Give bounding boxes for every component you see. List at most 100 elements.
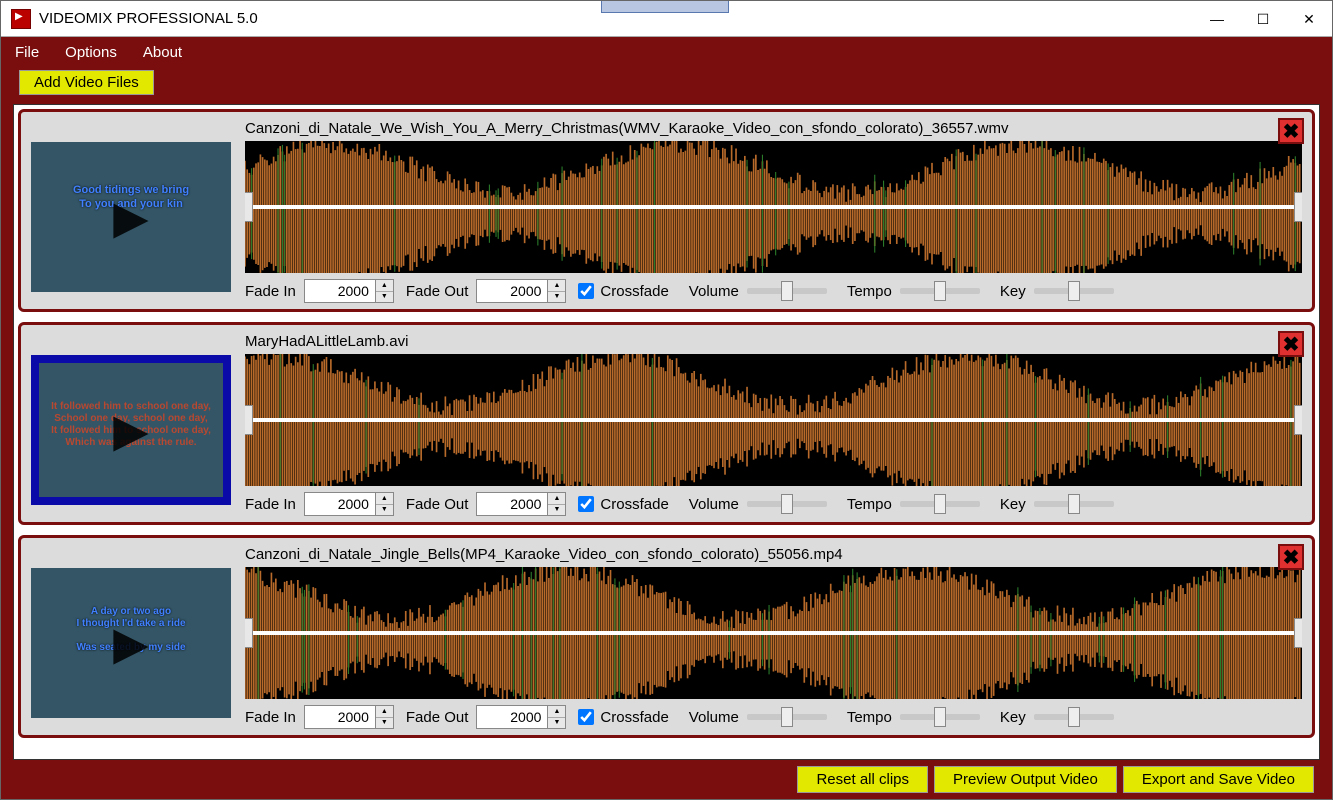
crossfade-label: Crossfade bbox=[600, 709, 668, 726]
spin-up-icon[interactable]: ▲ bbox=[548, 280, 565, 292]
trim-handle-left[interactable] bbox=[245, 405, 253, 435]
fade-in-label: Fade In bbox=[245, 496, 296, 513]
waveform-center-line bbox=[245, 205, 1302, 209]
key-slider[interactable] bbox=[1034, 288, 1114, 294]
title-tab-decoration bbox=[601, 1, 729, 13]
fade-in-input[interactable]: ▲▼ bbox=[304, 492, 394, 516]
trim-handle-right[interactable] bbox=[1294, 405, 1302, 435]
tempo-slider[interactable] bbox=[900, 714, 980, 720]
clip-filename: MaryHadALittleLamb.avi bbox=[245, 333, 1302, 350]
fade-out-input[interactable]: ▲▼ bbox=[476, 492, 566, 516]
play-icon: ▶ bbox=[113, 190, 148, 244]
tempo-label: Tempo bbox=[847, 496, 892, 513]
fade-in-label: Fade In bbox=[245, 283, 296, 300]
video-thumbnail[interactable]: A day or two ago I thought I'd take a ri… bbox=[31, 568, 231, 718]
volume-label: Volume bbox=[689, 709, 739, 726]
volume-label: Volume bbox=[689, 496, 739, 513]
fade-out-label: Fade Out bbox=[406, 496, 469, 513]
clip-controls: Fade In ▲▼ Fade Out ▲▼ Crossfade Volume … bbox=[245, 492, 1302, 516]
spin-down-icon[interactable]: ▼ bbox=[376, 718, 393, 729]
play-icon: ▶ bbox=[113, 616, 148, 670]
trim-handle-left[interactable] bbox=[245, 618, 253, 648]
waveform-center-line bbox=[245, 418, 1302, 422]
key-slider[interactable] bbox=[1034, 501, 1114, 507]
remove-clip-button[interactable]: ✖ bbox=[1278, 331, 1304, 357]
waveform[interactable] bbox=[245, 141, 1302, 273]
reset-all-clips-button[interactable]: Reset all clips bbox=[797, 766, 928, 793]
crossfade-label: Crossfade bbox=[600, 496, 668, 513]
export-save-button[interactable]: Export and Save Video bbox=[1123, 766, 1314, 793]
spin-up-icon[interactable]: ▲ bbox=[548, 706, 565, 718]
volume-slider[interactable] bbox=[747, 501, 827, 507]
clip-item: Good tidings we bring To you and your ki… bbox=[18, 109, 1315, 312]
content-area: Good tidings we bring To you and your ki… bbox=[1, 98, 1332, 762]
remove-clip-button[interactable]: ✖ bbox=[1278, 118, 1304, 144]
waveform[interactable] bbox=[245, 567, 1302, 699]
close-button[interactable]: ✕ bbox=[1286, 1, 1332, 37]
play-icon: ▶ bbox=[113, 403, 148, 457]
spin-up-icon[interactable]: ▲ bbox=[548, 493, 565, 505]
volume-slider[interactable] bbox=[747, 288, 827, 294]
crossfade-label: Crossfade bbox=[600, 283, 668, 300]
clip-list-scroll[interactable]: Good tidings we bring To you and your ki… bbox=[13, 104, 1320, 760]
fade-in-input[interactable]: ▲▼ bbox=[304, 279, 394, 303]
footer-bar: Reset all clips Preview Output Video Exp… bbox=[1, 762, 1332, 799]
waveform[interactable] bbox=[245, 354, 1302, 486]
clip-filename: Canzoni_di_Natale_Jingle_Bells(MP4_Karao… bbox=[245, 546, 1302, 563]
toolbar: Add Video Files bbox=[1, 67, 1332, 98]
app-icon bbox=[11, 9, 31, 29]
menu-about[interactable]: About bbox=[139, 42, 186, 63]
trim-handle-left[interactable] bbox=[245, 192, 253, 222]
key-label: Key bbox=[1000, 709, 1026, 726]
remove-clip-button[interactable]: ✖ bbox=[1278, 544, 1304, 570]
fade-in-input[interactable]: ▲▼ bbox=[304, 705, 394, 729]
tempo-label: Tempo bbox=[847, 283, 892, 300]
waveform-center-line bbox=[245, 631, 1302, 635]
spin-down-icon[interactable]: ▼ bbox=[548, 718, 565, 729]
tempo-slider[interactable] bbox=[900, 501, 980, 507]
crossfade-checkbox[interactable] bbox=[578, 283, 594, 299]
volume-slider[interactable] bbox=[747, 714, 827, 720]
crossfade-checkbox[interactable] bbox=[578, 496, 594, 512]
key-label: Key bbox=[1000, 496, 1026, 513]
spin-up-icon[interactable]: ▲ bbox=[376, 493, 393, 505]
spin-down-icon[interactable]: ▼ bbox=[548, 505, 565, 516]
fade-out-label: Fade Out bbox=[406, 283, 469, 300]
clip-main: Canzoni_di_Natale_Jingle_Bells(MP4_Karao… bbox=[245, 546, 1302, 729]
volume-label: Volume bbox=[689, 283, 739, 300]
menu-options[interactable]: Options bbox=[61, 42, 121, 63]
clip-item: It followed him to school one day, Schoo… bbox=[18, 322, 1315, 525]
minimize-button[interactable]: — bbox=[1194, 1, 1240, 37]
clip-filename: Canzoni_di_Natale_We_Wish_You_A_Merry_Ch… bbox=[245, 120, 1302, 137]
video-thumbnail[interactable]: Good tidings we bring To you and your ki… bbox=[31, 142, 231, 292]
app-window: VIDEOMIX PROFESSIONAL 5.0 — ☐ ✕ File Opt… bbox=[0, 0, 1333, 800]
fade-out-input[interactable]: ▲▼ bbox=[476, 705, 566, 729]
clip-controls: Fade In ▲▼ Fade Out ▲▼ Crossfade Volume … bbox=[245, 705, 1302, 729]
crossfade-checkbox[interactable] bbox=[578, 709, 594, 725]
trim-handle-right[interactable] bbox=[1294, 192, 1302, 222]
add-video-files-button[interactable]: Add Video Files bbox=[19, 70, 154, 95]
titlebar: VIDEOMIX PROFESSIONAL 5.0 — ☐ ✕ bbox=[1, 1, 1332, 37]
tempo-slider[interactable] bbox=[900, 288, 980, 294]
key-label: Key bbox=[1000, 283, 1026, 300]
app-title: VIDEOMIX PROFESSIONAL 5.0 bbox=[39, 10, 258, 27]
spin-up-icon[interactable]: ▲ bbox=[376, 280, 393, 292]
fade-in-label: Fade In bbox=[245, 709, 296, 726]
spin-down-icon[interactable]: ▼ bbox=[376, 292, 393, 303]
fade-out-input[interactable]: ▲▼ bbox=[476, 279, 566, 303]
trim-handle-right[interactable] bbox=[1294, 618, 1302, 648]
clip-controls: Fade In ▲▼ Fade Out ▲▼ Crossfade Volume … bbox=[245, 279, 1302, 303]
preview-output-button[interactable]: Preview Output Video bbox=[934, 766, 1117, 793]
clip-main: MaryHadALittleLamb.avi Fade In ▲▼ Fade O… bbox=[245, 333, 1302, 516]
menubar: File Options About bbox=[1, 37, 1332, 67]
spin-up-icon[interactable]: ▲ bbox=[376, 706, 393, 718]
menu-file[interactable]: File bbox=[11, 42, 43, 63]
key-slider[interactable] bbox=[1034, 714, 1114, 720]
spin-down-icon[interactable]: ▼ bbox=[548, 292, 565, 303]
clip-item: A day or two ago I thought I'd take a ri… bbox=[18, 535, 1315, 738]
fade-out-label: Fade Out bbox=[406, 709, 469, 726]
clip-main: Canzoni_di_Natale_We_Wish_You_A_Merry_Ch… bbox=[245, 120, 1302, 303]
video-thumbnail[interactable]: It followed him to school one day, Schoo… bbox=[31, 355, 231, 505]
spin-down-icon[interactable]: ▼ bbox=[376, 505, 393, 516]
maximize-button[interactable]: ☐ bbox=[1240, 1, 1286, 37]
